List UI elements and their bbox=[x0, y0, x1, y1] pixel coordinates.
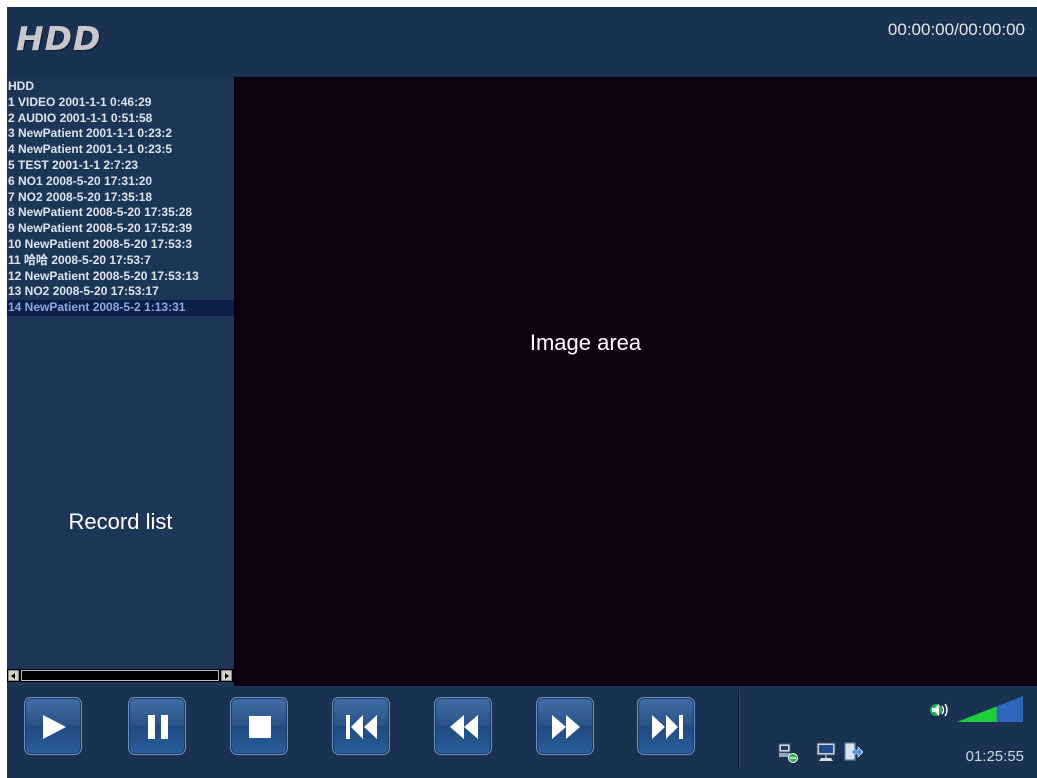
controls-divider bbox=[738, 690, 740, 770]
scrollbar-thumb[interactable] bbox=[21, 670, 219, 681]
stop-button[interactable] bbox=[230, 697, 288, 755]
player-screen: HDD 00:00:00/00:00:00 HDD 1 VIDEO 2001-1… bbox=[7, 7, 1037, 778]
record-item[interactable]: 10 NewPatient 2008-5-20 17:53:3 bbox=[7, 237, 234, 253]
record-item[interactable]: 9 NewPatient 2008-5-20 17:52:39 bbox=[7, 221, 234, 237]
horizontal-scrollbar[interactable] bbox=[7, 669, 234, 682]
record-item[interactable]: 4 NewPatient 2001-1-1 0:23:5 bbox=[7, 142, 234, 158]
record-list-label: Record list bbox=[68, 509, 173, 534]
scroll-right-icon[interactable] bbox=[221, 670, 232, 681]
play-icon bbox=[43, 715, 66, 739]
rewind-button[interactable] bbox=[434, 697, 492, 755]
skip-to-start-button[interactable] bbox=[332, 697, 390, 755]
playback-controls: 01:25:55 bbox=[7, 686, 1037, 778]
record-item[interactable]: 7 NO2 2008-5-20 17:35:18 bbox=[7, 190, 234, 206]
record-item[interactable]: 5 TEST 2001-1-1 2:7:23 bbox=[7, 158, 234, 174]
skip-to-start-icon bbox=[346, 715, 377, 739]
record-item-selected[interactable]: 14 NewPatient 2008-5-2 1:13:31 bbox=[7, 300, 234, 316]
network-icon[interactable] bbox=[777, 742, 799, 764]
fast-forward-icon bbox=[552, 715, 580, 739]
stop-icon bbox=[249, 716, 271, 738]
timecode-display: 00:00:00/00:00:00 bbox=[887, 20, 1025, 39]
volume-slider[interactable] bbox=[957, 696, 1023, 722]
header-bar: HDD 00:00:00/00:00:00 bbox=[7, 7, 1037, 77]
record-item[interactable]: 2 AUDIO 2001-1-1 0:51:58 bbox=[7, 111, 234, 127]
image-area: Image area bbox=[234, 77, 1037, 686]
clock-display: 01:25:55 bbox=[965, 748, 1024, 765]
play-button[interactable] bbox=[24, 697, 82, 755]
record-list-panel: HDD 1 VIDEO 2001-1-1 0:46:29 2 AUDIO 200… bbox=[7, 77, 234, 686]
record-item[interactable]: 11 哈哈 2008-5-20 17:53:7 bbox=[7, 253, 234, 269]
speaker-icon[interactable] bbox=[929, 700, 953, 720]
record-list[interactable]: HDD 1 VIDEO 2001-1-1 0:46:29 2 AUDIO 200… bbox=[7, 79, 234, 316]
monitor-icon[interactable] bbox=[815, 741, 837, 763]
record-item[interactable]: 3 NewPatient 2001-1-1 0:23:2 bbox=[7, 126, 234, 142]
record-list-root[interactable]: HDD bbox=[7, 79, 234, 95]
rewind-icon bbox=[450, 715, 478, 739]
fast-forward-button[interactable] bbox=[536, 697, 594, 755]
scroll-left-icon[interactable] bbox=[8, 670, 19, 681]
skip-to-end-button[interactable] bbox=[637, 697, 695, 755]
app-logo: HDD bbox=[16, 19, 102, 58]
record-item[interactable]: 8 NewPatient 2008-5-20 17:35:28 bbox=[7, 205, 234, 221]
image-area-label: Image area bbox=[529, 330, 642, 355]
exit-icon[interactable] bbox=[842, 741, 864, 763]
record-item[interactable]: 6 NO1 2008-5-20 17:31:20 bbox=[7, 174, 234, 190]
pause-button[interactable] bbox=[128, 697, 186, 755]
record-item[interactable]: 13 NO2 2008-5-20 17:53:17 bbox=[7, 284, 234, 300]
record-item[interactable]: 1 VIDEO 2001-1-1 0:46:29 bbox=[7, 95, 234, 111]
skip-to-end-icon bbox=[652, 715, 683, 739]
pause-icon bbox=[148, 715, 168, 739]
record-item[interactable]: 12 NewPatient 2008-5-20 17:53:13 bbox=[7, 269, 234, 285]
